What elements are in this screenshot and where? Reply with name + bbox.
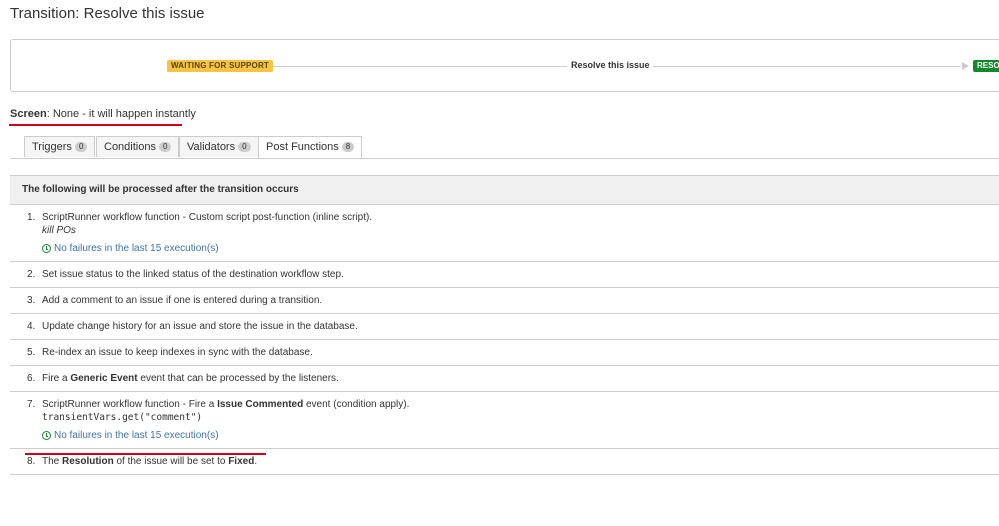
status-text: No failures in the last 15 execution(s) <box>54 243 219 254</box>
tab-label: Post Functions <box>266 141 339 153</box>
tabs-divider <box>10 158 999 159</box>
annotation-underline <box>25 453 266 455</box>
row-text-mid: of the issue will be set to <box>113 456 229 467</box>
annotation-underline <box>9 124 182 126</box>
page-title: Transition: Resolve this issue <box>10 5 205 22</box>
post-function-row: 5. Re-index an issue to keep indexes in s… <box>10 340 999 366</box>
tab-label: Validators <box>187 141 236 153</box>
workflow-diagram: WAITING FOR SUPPORT Resolve this issue R… <box>10 39 999 92</box>
tab-conditions[interactable]: Conditions 0 <box>96 136 180 157</box>
count-badge: 8 <box>341 142 355 152</box>
count-badge: 0 <box>238 142 251 152</box>
flow-connector <box>273 66 567 67</box>
row-text-post: event that can be processed by the liste… <box>137 373 339 384</box>
row-number: 5. <box>27 347 36 358</box>
screen-label: Screen <box>10 108 47 120</box>
count-badge: 0 <box>158 142 172 152</box>
screen-info: Screen: None - it will happen instantly <box>10 108 196 120</box>
post-function-row: 4. Update change history for an issue and… <box>10 314 999 340</box>
arrow-right-icon <box>962 62 969 70</box>
source-status-lozenge[interactable]: WAITING FOR SUPPORT <box>167 60 274 72</box>
row-number: 8. <box>27 456 36 467</box>
post-function-row: 7. ScriptRunner workflow function - Fire … <box>10 392 999 449</box>
row-text: Set issue status to the linked status of… <box>42 269 344 280</box>
clock-icon <box>42 431 51 440</box>
row-number: 3. <box>27 295 36 306</box>
post-function-row: 1. ScriptRunner workflow function - Custo… <box>10 205 999 262</box>
count-badge: 0 <box>74 142 88 152</box>
row-text-post: event (condition apply). <box>303 399 410 410</box>
row-text: Re-index an issue to keep indexes in syn… <box>42 347 313 358</box>
post-function-row: 6. Fire a Generic Event event that can be… <box>10 366 999 392</box>
post-function-row: 3. Add a comment to an issue if one is en… <box>10 288 999 314</box>
row-number: 2. <box>27 269 36 280</box>
panel-header: The following will be processed after th… <box>10 175 999 205</box>
event-name: Issue Commented <box>217 399 304 410</box>
row-number: 4. <box>27 321 36 332</box>
field-name: Resolution <box>62 456 114 467</box>
tab-triggers[interactable]: Triggers 0 <box>24 136 96 157</box>
row-text-pre: ScriptRunner workflow function - Fire a <box>42 399 218 410</box>
screen-value: : None - it will happen instantly <box>46 108 196 120</box>
status-text: No failures in the last 15 execution(s) <box>54 430 219 441</box>
event-name: Generic Event <box>70 373 138 384</box>
row-text-post: . <box>254 456 258 467</box>
row-number: 1. <box>27 212 36 223</box>
script-name: kill POs <box>42 225 76 236</box>
post-functions-panel: The following will be processed after th… <box>10 175 999 475</box>
flow-connector <box>653 66 961 67</box>
row-text: ScriptRunner workflow function - Custom … <box>42 212 373 223</box>
tab-label: Triggers <box>32 141 72 153</box>
row-number: 6. <box>27 373 36 384</box>
row-number: 7. <box>27 399 36 410</box>
execution-status-link[interactable]: No failures in the last 15 execution(s) <box>27 429 999 442</box>
row-text: Update change history for an issue and s… <box>42 321 358 332</box>
row-text: Add a comment to an issue if one is ente… <box>42 295 323 306</box>
execution-status-link[interactable]: No failures in the last 15 execution(s) <box>27 242 999 255</box>
post-function-row: 2. Set issue status to the linked status … <box>10 262 999 288</box>
condition-code: transientVars.get("comment") <box>42 412 203 423</box>
transition-name-label: Resolve this issue <box>571 60 650 70</box>
tab-validators[interactable]: Validators 0 <box>179 136 259 157</box>
target-status-lozenge[interactable]: RESO <box>973 60 999 72</box>
tab-label: Conditions <box>104 141 156 153</box>
row-text-pre: Fire a <box>42 373 71 384</box>
row-text-pre: The <box>42 456 63 467</box>
clock-icon <box>42 244 51 253</box>
tab-post-functions[interactable]: Post Functions 8 <box>258 136 363 159</box>
field-value: Fixed <box>228 456 255 467</box>
